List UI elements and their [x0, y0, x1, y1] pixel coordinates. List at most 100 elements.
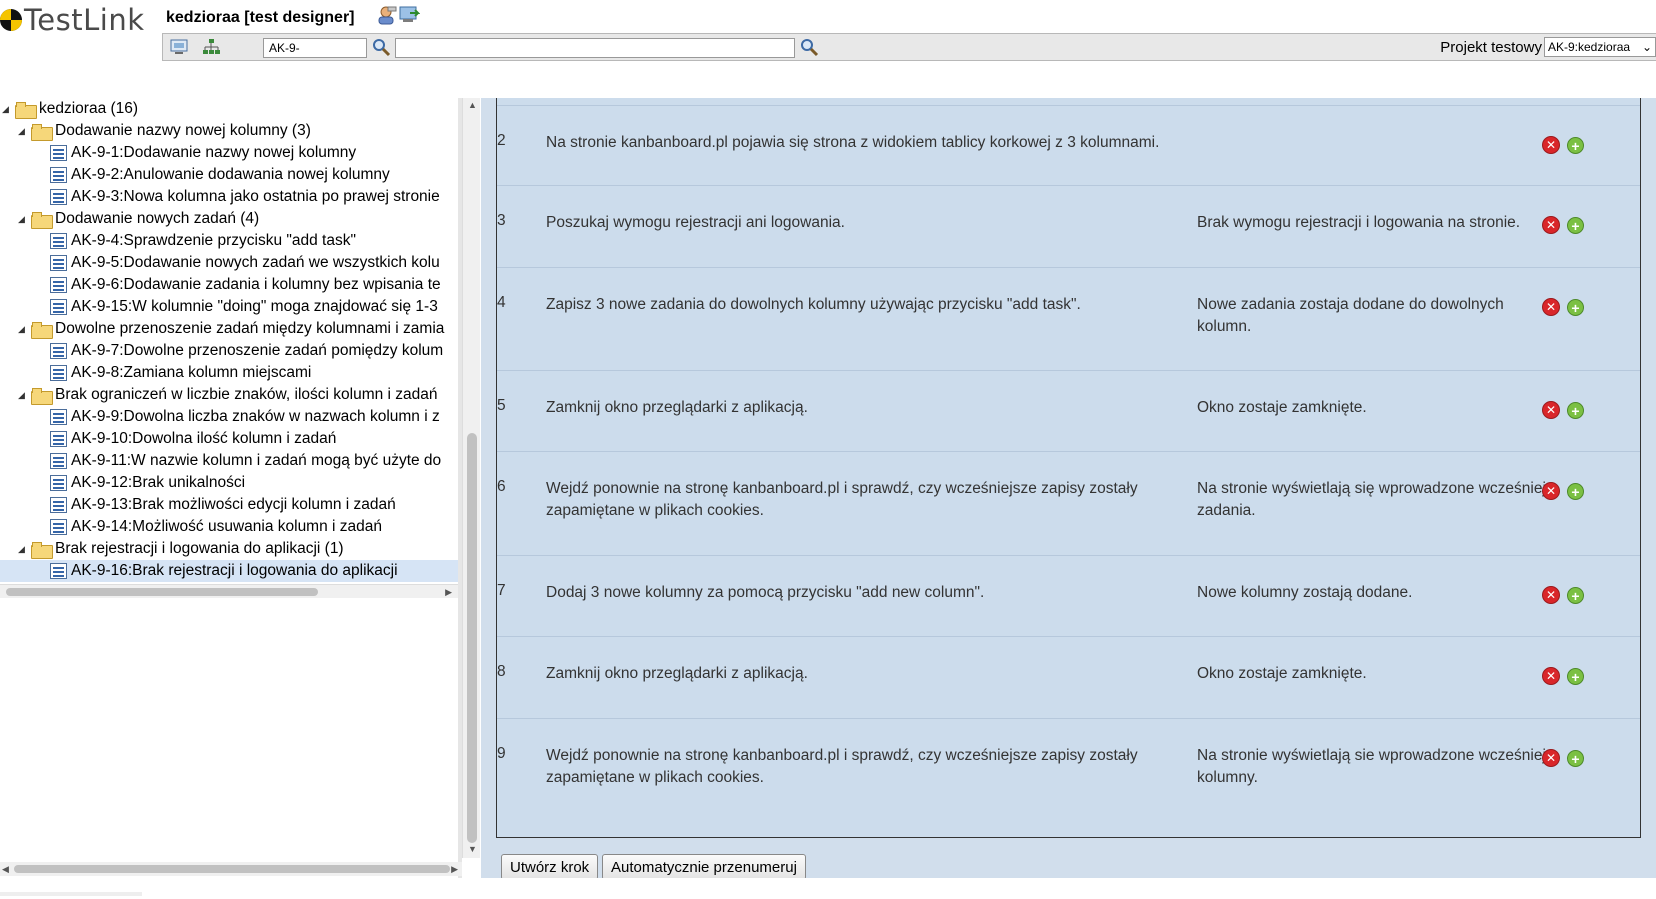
- left-horizontal-scrollbar[interactable]: ◀ ▶: [0, 862, 462, 876]
- step-action[interactable]: Dodaj 3 nowe kolumny za pomocą przycisku…: [546, 582, 1166, 604]
- delete-step-icon[interactable]: ✕: [1542, 401, 1560, 419]
- scroll-up-icon[interactable]: ▲: [468, 100, 477, 110]
- add-step-icon[interactable]: +: [1567, 668, 1584, 685]
- testcase-icon: [50, 189, 67, 205]
- step-number: 5: [497, 397, 506, 414]
- tree-node-root[interactable]: ◢ kedzioraa (16): [2, 98, 138, 120]
- tree-node-testcase[interactable]: AK-9-12:Brak unikalności: [50, 472, 245, 494]
- renumber-steps-button[interactable]: Automatycznie przenumeruj: [602, 854, 806, 880]
- add-step-icon[interactable]: +: [1567, 750, 1584, 767]
- delete-step-icon[interactable]: ✕: [1542, 298, 1560, 316]
- step-expected-result[interactable]: Okno zostaje zamknięte.: [1197, 397, 1547, 419]
- tree-node-testcase[interactable]: AK-9-14:Możliwość usuwania kolumn i zada…: [50, 516, 382, 538]
- add-step-icon[interactable]: +: [1567, 483, 1584, 500]
- collapse-icon[interactable]: ◢: [18, 126, 28, 136]
- step-action[interactable]: Wejdź ponownie na stronę kanbanboard.pl …: [546, 745, 1166, 789]
- step-expected-result[interactable]: Na stronie wyświetlają sie wprowadzone w…: [1197, 745, 1547, 789]
- step-row[interactable]: 9 Wejdź ponownie na stronę kanbanboard.p…: [497, 718, 1640, 837]
- scroll-down-icon[interactable]: ▼: [468, 844, 477, 854]
- step-action[interactable]: Na stronie kanbanboard.pl pojawia się st…: [546, 132, 1166, 154]
- add-step-icon[interactable]: +: [1567, 137, 1584, 154]
- search-icon[interactable]: [799, 37, 819, 57]
- testcase-id-search-input[interactable]: AK-9-: [263, 38, 367, 58]
- testcase-icon: [50, 475, 67, 491]
- add-step-icon[interactable]: +: [1567, 217, 1584, 234]
- step-action[interactable]: Wejdź ponownie na stronę kanbanboard.pl …: [546, 478, 1166, 522]
- search-icon[interactable]: [371, 37, 391, 57]
- tree-node-testcase[interactable]: AK-9-15:W kolumnie "doing" moga znajdowa…: [50, 296, 438, 318]
- top-toolbar: AK-9- Projekt testowy AK-9:kedzioraa ⌄: [162, 33, 1656, 61]
- collapse-icon[interactable]: ◢: [18, 324, 28, 334]
- step-expected-result[interactable]: Na stronie wyświetlają się wprowadzone w…: [1197, 478, 1547, 522]
- step-expected-result[interactable]: Okno zostaje zamknięte.: [1197, 663, 1547, 685]
- scrollbar-thumb[interactable]: [467, 433, 477, 843]
- step-expected-result[interactable]: Brak wymogu rejestracji i logowania na s…: [1197, 212, 1547, 234]
- steps-vertical-scrollbar[interactable]: [1642, 98, 1656, 878]
- step-row[interactable]: 3 Poszukaj wymogu rejestracji ani logowa…: [497, 185, 1640, 267]
- test-steps-panel: 2 Na stronie kanbanboard.pl pojawia się …: [481, 98, 1656, 880]
- tree-node-testcase[interactable]: AK-9-5:Dodawanie nowych zadań we wszystk…: [50, 252, 440, 274]
- tree-node-testcase[interactable]: AK-9-9:Dowolna liczba znaków w nazwach k…: [50, 406, 440, 428]
- step-row[interactable]: 7 Dodaj 3 nowe kolumny za pomocą przycis…: [497, 555, 1640, 636]
- tree-node-label: AK-9-1:Dodawanie nazwy nowej kolumny: [71, 144, 357, 161]
- add-step-icon[interactable]: +: [1567, 587, 1584, 604]
- desktop-home-icon[interactable]: [169, 37, 189, 57]
- scroll-left-icon[interactable]: ◀: [2, 864, 9, 875]
- tree-node-suite[interactable]: ◢ Brak ograniczeń w liczbie znaków, iloś…: [18, 384, 438, 406]
- collapse-icon[interactable]: ◢: [18, 390, 28, 400]
- step-row[interactable]: 4 Zapisz 3 nowe zadania do dowolnych kol…: [497, 267, 1640, 370]
- text-search-input[interactable]: [395, 38, 795, 58]
- tree-node-testcase[interactable]: AK-9-6:Dodawanie zadania i kolumny bez w…: [50, 274, 441, 296]
- step-row[interactable]: 6 Wejdź ponownie na stronę kanbanboard.p…: [497, 451, 1640, 555]
- tree-node-testcase[interactable]: AK-9-1:Dodawanie nazwy nowej kolumny: [50, 142, 356, 164]
- tree-node-label: AK-9-3:Nowa kolumna jako ostatnia po pra…: [71, 188, 440, 205]
- tree-node-testcase[interactable]: AK-9-7:Dowolne przenoszenie zadań pomięd…: [50, 340, 443, 362]
- tree-node-suite[interactable]: ◢ Dodawanie nazwy nowej kolumny (3): [18, 120, 311, 142]
- step-action[interactable]: Poszukaj wymogu rejestracji ani logowani…: [546, 212, 1166, 234]
- tree-horizontal-scrollbar[interactable]: ▶: [0, 584, 458, 598]
- scroll-right-icon[interactable]: ▶: [451, 864, 458, 875]
- step-row[interactable]: 2 Na stronie kanbanboard.pl pojawia się …: [497, 105, 1640, 185]
- tree-node-testcase[interactable]: AK-9-8:Zamiana kolumn miejscami: [50, 362, 311, 384]
- testcase-icon: [50, 343, 67, 359]
- collapse-icon[interactable]: ◢: [2, 104, 12, 114]
- step-row[interactable]: 5 Zamknij okno przeglądarki z aplikacją.…: [497, 370, 1640, 451]
- step-action[interactable]: Zamknij okno przeglądarki z aplikacją.: [546, 663, 1166, 685]
- tree-node-testcase[interactable]: AK-9-4:Sprawdzenie przycisku "add task": [50, 230, 356, 252]
- tree-vertical-scrollbar[interactable]: ▲ ▼: [462, 98, 480, 858]
- delete-step-icon[interactable]: ✕: [1542, 586, 1560, 604]
- tree-node-suite[interactable]: ◢ Dowolne przenoszenie zadań między kolu…: [18, 318, 444, 340]
- tree-node-testcase[interactable]: AK-9-2:Anulowanie dodawania nowej kolumn…: [50, 164, 390, 186]
- user-settings-icon[interactable]: [375, 5, 397, 25]
- scroll-right-icon[interactable]: ▶: [445, 587, 452, 598]
- scrollbar-thumb[interactable]: [14, 865, 450, 873]
- project-select[interactable]: AK-9:kedzioraa ⌄: [1544, 37, 1656, 57]
- tree-node-suite[interactable]: ◢ Dodawanie nowych zadań (4): [18, 208, 259, 230]
- logout-icon[interactable]: [398, 5, 420, 25]
- step-action[interactable]: Zamknij okno przeglądarki z aplikacją.: [546, 397, 1166, 419]
- step-expected-result[interactable]: Nowe zadania zostaja dodane do dowolnych…: [1197, 294, 1547, 338]
- step-action[interactable]: Zapisz 3 nowe zadania do dowolnych kolum…: [546, 294, 1166, 316]
- tree-node-testcase[interactable]: AK-9-3:Nowa kolumna jako ostatnia po pra…: [50, 186, 440, 208]
- scrollbar-thumb[interactable]: [6, 588, 318, 596]
- tree-node-testcase[interactable]: AK-9-13:Brak możliwości edycji kolumn i …: [50, 494, 396, 516]
- delete-step-icon[interactable]: ✕: [1542, 749, 1560, 767]
- step-expected-result[interactable]: Nowe kolumny zostają dodane.: [1197, 582, 1547, 604]
- delete-step-icon[interactable]: ✕: [1542, 482, 1560, 500]
- tree-structure-icon[interactable]: [201, 37, 221, 57]
- collapse-icon[interactable]: ◢: [18, 214, 28, 224]
- step-row[interactable]: 8 Zamknij okno przeglądarki z aplikacją.…: [497, 636, 1640, 718]
- delete-step-icon[interactable]: ✕: [1542, 136, 1560, 154]
- tree-node-suite[interactable]: ◢ Brak rejestracji i logowania do aplika…: [18, 538, 344, 560]
- tree-node-testcase[interactable]: AK-9-10:Dowolna ilość kolumn i zadań: [50, 428, 336, 450]
- tree-node-label: AK-9-6:Dodawanie zadania i kolumny bez w…: [71, 276, 441, 293]
- delete-step-icon[interactable]: ✕: [1542, 667, 1560, 685]
- delete-step-icon[interactable]: ✕: [1542, 216, 1560, 234]
- add-step-icon[interactable]: +: [1567, 402, 1584, 419]
- create-step-button[interactable]: Utwórz krok: [501, 854, 599, 880]
- tree-node-testcase-selected[interactable]: AK-9-16:Brak rejestracji i logowania do …: [0, 560, 458, 582]
- tree-node-testcase[interactable]: AK-9-11:W nazwie kolumn i zadań mogą być…: [50, 450, 441, 472]
- testlink-logo[interactable]: TestLink: [0, 3, 145, 37]
- collapse-icon[interactable]: ◢: [18, 544, 28, 554]
- add-step-icon[interactable]: +: [1567, 299, 1584, 316]
